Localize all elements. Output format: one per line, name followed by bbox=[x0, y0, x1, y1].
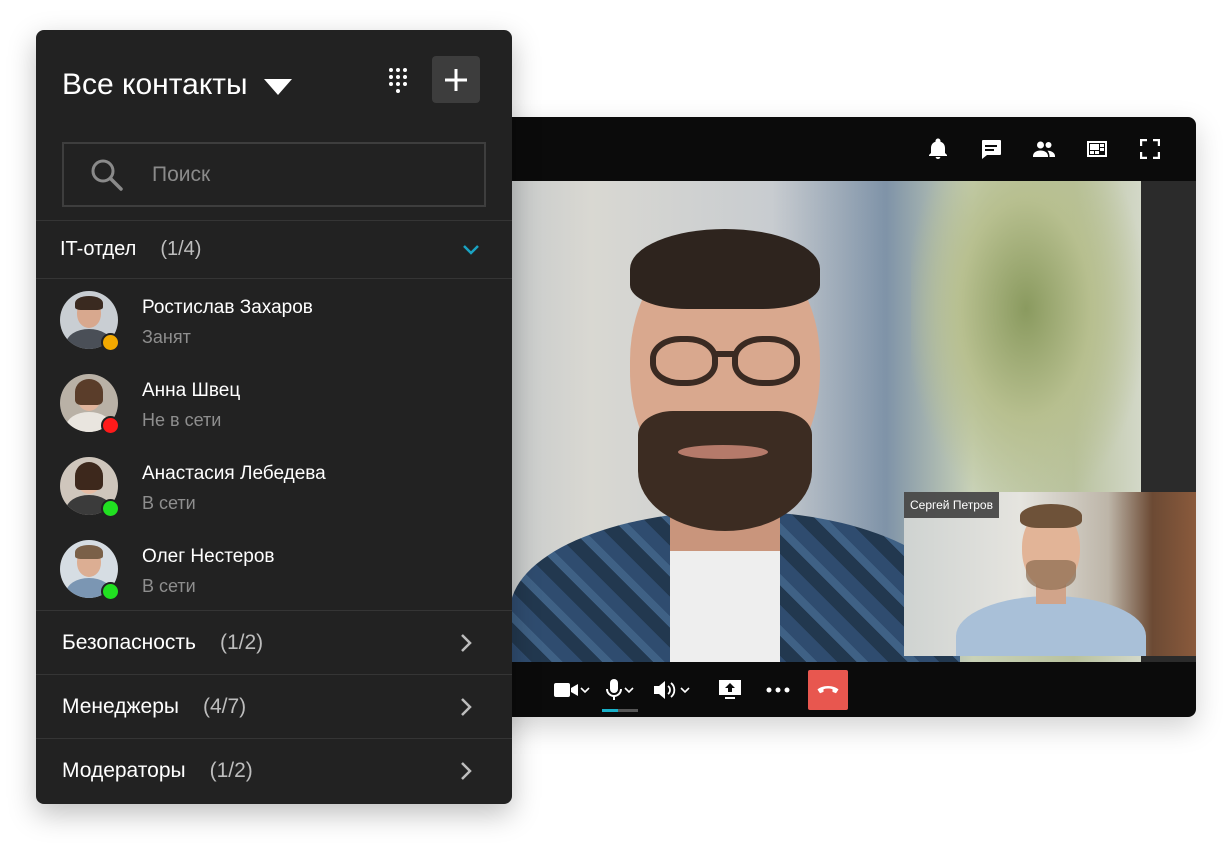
status-busy-indicator bbox=[101, 333, 120, 352]
self-view-video[interactable]: Сергей Петров bbox=[904, 492, 1196, 656]
chevron-down-icon bbox=[624, 686, 634, 693]
status-online-indicator bbox=[101, 499, 120, 518]
contact-status: В сети bbox=[142, 493, 196, 513]
call-controls bbox=[470, 662, 1196, 717]
video-call-window: Сергей Петров bbox=[470, 117, 1196, 717]
search-icon bbox=[91, 159, 123, 191]
mic-level-meter bbox=[602, 708, 638, 712]
contacts-title: Все контакты bbox=[62, 68, 248, 101]
chevron-down-icon bbox=[680, 686, 690, 693]
speaker-icon bbox=[654, 680, 676, 699]
microphone-button[interactable] bbox=[600, 670, 640, 712]
group-count: (4/7) bbox=[202, 694, 247, 718]
group-it[interactable]: IT-отдел (1/4) bbox=[36, 221, 512, 278]
contacts-header: Все контакты bbox=[36, 30, 512, 140]
contact-status: Занят bbox=[142, 327, 191, 347]
contact-name: Олег Нестеров bbox=[142, 546, 275, 567]
status-offline-indicator bbox=[101, 416, 120, 435]
notifications-button[interactable] bbox=[911, 129, 964, 169]
contacts-panel: Все контакты IT-отдел (1/4) bbox=[36, 30, 512, 804]
group-count: (1/2) bbox=[219, 630, 264, 654]
pip-participant-name: Сергей Петров bbox=[904, 492, 999, 518]
group-count: (1/2) bbox=[209, 758, 253, 782]
contact-status: В сети bbox=[142, 576, 196, 596]
group-name: Менеджеры bbox=[62, 694, 179, 718]
contacts-filter-dropdown[interactable]: Все контакты bbox=[62, 68, 292, 102]
chat-button[interactable] bbox=[964, 129, 1017, 169]
divider bbox=[36, 278, 512, 279]
contact-item[interactable]: Анастасия Лебедева В сети bbox=[36, 447, 512, 529]
group-count: (1/4) bbox=[160, 238, 202, 260]
search-input[interactable] bbox=[150, 161, 454, 188]
microphone-icon bbox=[606, 678, 622, 700]
contact-name: Анастасия Лебедева bbox=[142, 463, 326, 484]
chevron-right-icon bbox=[461, 633, 472, 652]
phone-hangup-icon bbox=[817, 685, 839, 693]
chevron-right-icon bbox=[461, 697, 472, 716]
screen-share-button[interactable] bbox=[710, 670, 750, 710]
fullscreen-icon bbox=[1139, 139, 1160, 159]
group-name: Модераторы bbox=[62, 758, 186, 782]
contact-name: Анна Швец bbox=[142, 380, 241, 401]
hang-up-button[interactable] bbox=[808, 669, 848, 710]
plus-icon bbox=[445, 68, 467, 91]
camera-icon bbox=[554, 682, 578, 697]
bell-icon bbox=[928, 138, 947, 159]
layout-button[interactable] bbox=[1070, 129, 1123, 169]
contact-item[interactable]: Олег Нестеров В сети bbox=[36, 530, 512, 612]
group-moderators[interactable]: Модераторы (1/2) bbox=[36, 739, 512, 802]
call-top-toolbar bbox=[470, 117, 1196, 181]
group-name: IT-отдел bbox=[60, 238, 137, 260]
contact-status: Не в сети bbox=[142, 410, 222, 430]
contact-item[interactable]: Ростислав Захаров Занят bbox=[36, 281, 512, 363]
chevron-down-icon bbox=[463, 244, 479, 255]
layout-icon bbox=[1086, 141, 1107, 157]
fullscreen-button[interactable] bbox=[1123, 129, 1176, 169]
chat-icon bbox=[981, 140, 1001, 159]
more-dots-icon bbox=[766, 687, 790, 692]
add-contact-button[interactable] bbox=[432, 56, 480, 103]
contact-item[interactable]: Анна Швец Не в сети bbox=[36, 364, 512, 446]
contacts-search bbox=[62, 142, 486, 207]
participants-icon bbox=[1032, 141, 1055, 157]
contact-name: Ростислав Захаров bbox=[142, 297, 313, 318]
more-options-button[interactable] bbox=[758, 670, 798, 710]
chevron-right-icon bbox=[461, 761, 472, 780]
caret-down-icon bbox=[263, 79, 292, 95]
screen-share-icon bbox=[719, 679, 741, 699]
camera-button[interactable] bbox=[552, 670, 592, 710]
speaker-button[interactable] bbox=[652, 670, 692, 710]
group-security[interactable]: Безопасность (1/2) bbox=[36, 611, 512, 674]
chevron-down-icon bbox=[580, 686, 590, 693]
group-name: Безопасность bbox=[62, 630, 196, 654]
group-managers[interactable]: Менеджеры (4/7) bbox=[36, 675, 512, 738]
dialpad-button[interactable] bbox=[386, 64, 416, 98]
status-online-indicator bbox=[101, 582, 120, 601]
participants-button[interactable] bbox=[1017, 129, 1070, 169]
